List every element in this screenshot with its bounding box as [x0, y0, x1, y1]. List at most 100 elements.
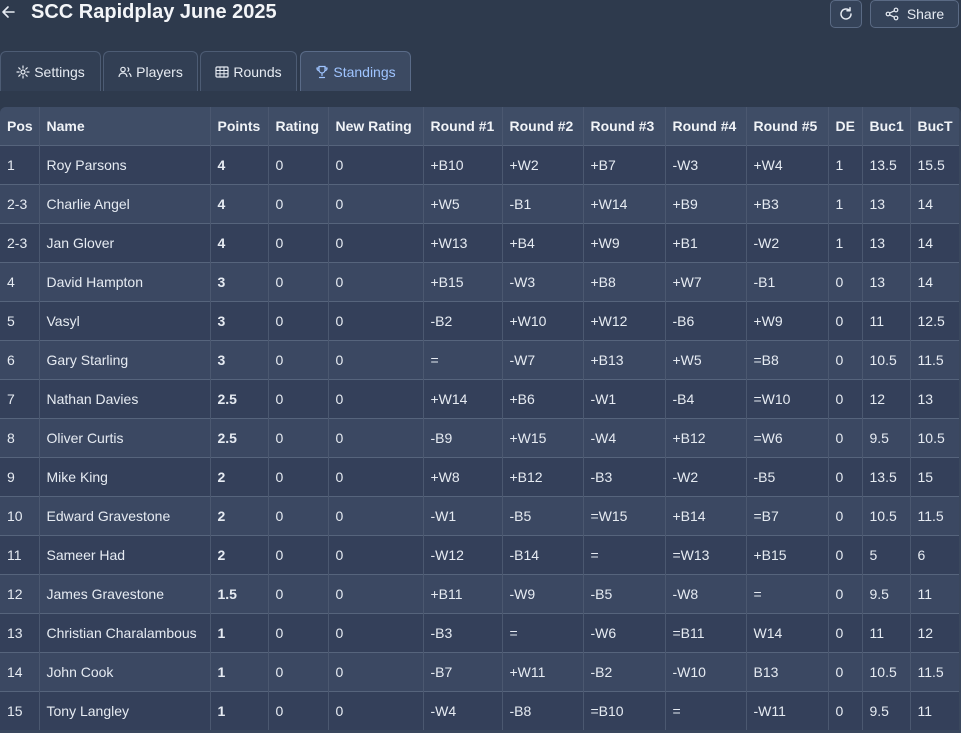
table-row[interactable]: 2-3 Jan Glover 4 0 0 +W13 +B4 +W9 +B1 -W2 1 13 14 — [0, 223, 959, 262]
table-cell: Oliver Curtis — [39, 418, 211, 457]
column-header-buc1[interactable]: Buc1 — [862, 107, 911, 145]
table-row[interactable]: 5 Vasyl 3 0 0 -B2 +W10 +W12 -B6 +W9 0 11 12.5 — [0, 301, 959, 340]
table-cell: +B12 — [665, 418, 747, 457]
table-cell: 0 — [828, 262, 863, 301]
table-cell: +B9 — [665, 184, 747, 223]
column-header-rating[interactable]: Rating — [268, 107, 329, 145]
table-cell: +W11 — [502, 652, 584, 691]
table-cell: 11.5 — [917, 351, 944, 368]
column-header-round-4[interactable]: Round #4 — [665, 107, 747, 145]
table-cell: Jan Glover — [39, 223, 211, 262]
table-row[interactable]: 13 Christian Charalambous 1 0 0 -B3 = -W6 =B11 W1… — [0, 613, 959, 652]
column-header-round-2[interactable]: Round #2 — [502, 107, 584, 145]
table-cell: 12 — [0, 574, 40, 613]
table-cell: -B8 — [502, 691, 584, 730]
table-cell: +W7 — [665, 262, 747, 301]
tab-standings[interactable]: Standings — [300, 51, 411, 91]
table-cell: 15.5 — [917, 156, 945, 173]
table-cell: = — [583, 535, 666, 574]
table-cell: 4 — [210, 184, 269, 223]
table-row[interactable]: 10 Edward Gravestone 2 0 0 -W1 -B5 =W15 +B14 =B7 0… — [0, 496, 959, 535]
column-header-round-3[interactable]: Round #3 — [583, 107, 666, 145]
tab-rounds[interactable]: Rounds — [200, 51, 297, 91]
table-cell: 11 — [862, 301, 911, 340]
table-row[interactable]: 1 Roy Parsons 4 0 0 +B10 +W2 +B7 -W3 +W4 1 13.5 15.5 — [0, 145, 959, 184]
table-cell: =W6 — [746, 418, 829, 457]
column-header-new-rating[interactable]: New Rating — [328, 107, 424, 145]
column-header-de[interactable]: DE — [828, 107, 863, 145]
table-cell: 0 — [328, 457, 424, 496]
table-cell: 0 — [268, 418, 329, 457]
table-cell: +B7 — [583, 145, 666, 184]
table-cell: -W2 — [665, 457, 747, 496]
table-cell: 0 — [828, 691, 863, 730]
table-cell: -W2 — [746, 223, 829, 262]
refresh-button[interactable] — [830, 0, 862, 28]
table-row[interactable]: 2-3 Charlie Angel 4 0 0 +W5 -B1 +W14 +B9 +B3 1 13 14 — [0, 184, 959, 223]
table-cell: 6 — [0, 340, 40, 379]
table-row[interactable]: 6 Gary Starling 3 0 0 = -W7 +B13 +W5 =B8 0 10.5 11.5 — [0, 340, 959, 379]
table-cell: 0 — [828, 613, 863, 652]
table-cell: 0 — [828, 418, 863, 457]
page-title: SCC Rapidplay June 2025 — [31, 1, 277, 23]
table-cell: 0 — [268, 535, 329, 574]
table-cell: 4 — [210, 223, 269, 262]
tab-settings-label: Settings — [34, 63, 85, 80]
table-cell: =B7 — [746, 496, 829, 535]
back-arrow-icon[interactable] — [0, 2, 16, 22]
table-cell: +W14 — [423, 379, 503, 418]
standings-table: Pos Name Points Rating New Rating Round #1 Rou… — [0, 107, 959, 730]
table-row[interactable]: 15 Tony Langley 1 0 0 -W4 -B8 =B10 = -W11 0 9.5 11 — [0, 691, 959, 730]
table-cell: -W3 — [502, 262, 584, 301]
tab-players-label: Players — [136, 63, 183, 80]
table-cell: 0 — [828, 535, 863, 574]
table-cell: 5 — [0, 301, 40, 340]
share-button[interactable]: Share — [870, 0, 959, 28]
table-cell: 3 — [210, 301, 269, 340]
tab-players[interactable]: Players — [103, 51, 198, 91]
table-cell: = — [423, 340, 503, 379]
column-header-round-1[interactable]: Round #1 — [423, 107, 503, 145]
table-cell: -W4 — [583, 418, 666, 457]
table-row[interactable]: 9 Mike King 2 0 0 +W8 +B12 -B3 -W2 -B5 0 13.5 15 — [0, 457, 959, 496]
table-row[interactable]: 7 Nathan Davies 2.5 0 0 +W14 +B6 -W1 -B4 =W10 0 12 1… — [0, 379, 959, 418]
table-row[interactable]: 14 John Cook 1 0 0 -B7 +W11 -B2 -W10 B13 0 10.5 11.5 — [0, 652, 959, 691]
table-cell: James Gravestone — [39, 574, 211, 613]
column-header-round-5[interactable]: Round #5 — [746, 107, 829, 145]
trophy-icon — [316, 65, 328, 78]
table-cell: 2-3 — [0, 223, 40, 262]
table-cell: David Hampton — [39, 262, 211, 301]
table-cell: -W3 — [665, 145, 747, 184]
gear-icon — [16, 64, 30, 79]
table-row[interactable]: 4 David Hampton 3 0 0 +B15 -W3 +B8 +W7 -B1 0 13 14 — [0, 262, 959, 301]
table-cell: 15 — [0, 691, 40, 730]
table-cell: -B5 — [502, 496, 584, 535]
table-cell: 0 — [328, 613, 424, 652]
table-row[interactable]: 11 Sameer Had 2 0 0 -W12 -B14 = =W13 +B15 0 5 6 — [0, 535, 959, 574]
column-header-name[interactable]: Name — [39, 107, 211, 145]
table-cell: 0 — [828, 301, 863, 340]
table-cell: +B3 — [746, 184, 829, 223]
table-row[interactable]: 8 Oliver Curtis 2.5 0 0 -B9 +W15 -W4 +B12 =W6 0 9.5… — [0, 418, 959, 457]
table-cell: 11 — [862, 613, 911, 652]
table-cell: -W11 — [746, 691, 829, 730]
column-header-points[interactable]: Points — [210, 107, 269, 145]
table-cell: -W1 — [423, 496, 503, 535]
table-cell: =B8 — [746, 340, 829, 379]
tab-settings[interactable]: Settings — [0, 51, 101, 91]
column-header-buct[interactable]: BucT — [910, 107, 959, 145]
table-cell: 0 — [828, 574, 863, 613]
table-cell: 13.5 — [862, 457, 911, 496]
table-cell: -B4 — [665, 379, 747, 418]
tab-bar: Settings Players Rounds Standings — [0, 51, 961, 91]
column-header-pos[interactable]: Pos — [0, 107, 40, 145]
tab-rounds-label: Rounds — [233, 63, 282, 80]
table-cell: +B6 — [502, 379, 584, 418]
table-cell: =W13 — [665, 535, 747, 574]
table-cell: 1 — [0, 145, 40, 184]
table-cell: 11 — [917, 585, 933, 602]
table-cell: 0 — [828, 340, 863, 379]
table-row[interactable]: 12 James Gravestone 1.5 0 0 +B11 -W9 -B5 -W8 = 0 9.… — [0, 574, 959, 613]
table-cell: 0 — [268, 496, 329, 535]
table-cell: 5 — [862, 535, 911, 574]
